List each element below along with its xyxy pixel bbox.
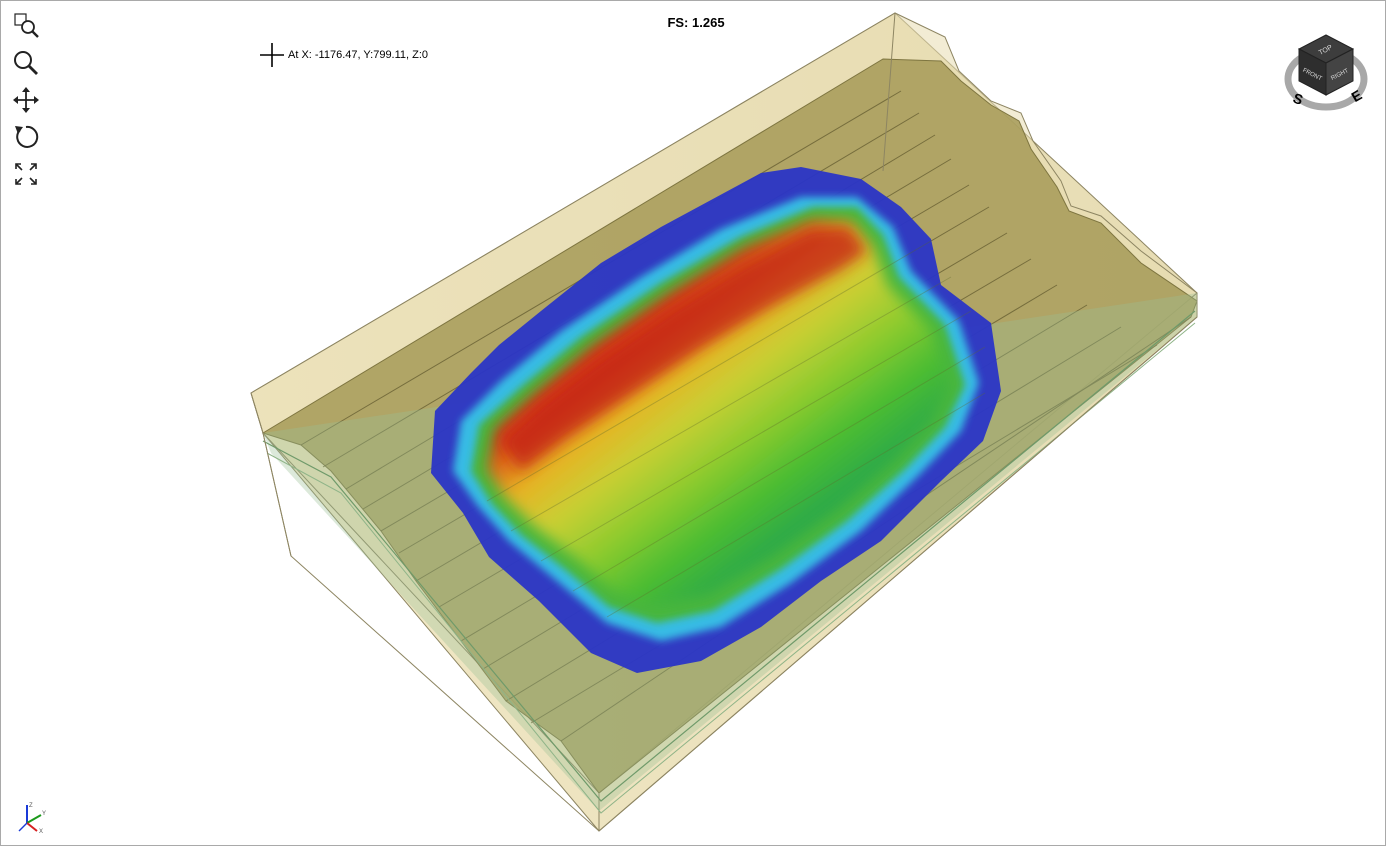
fs-value: 1.265 — [692, 15, 725, 30]
rotate-button[interactable] — [9, 120, 43, 154]
axis-z-label: Z — [29, 803, 33, 809]
zoom-window-button[interactable] — [9, 9, 43, 43]
zoom-all-button[interactable] — [9, 157, 43, 191]
axis-triad: Z Y X — [15, 799, 49, 835]
rotate-icon — [15, 125, 39, 148]
slope-model-scene[interactable] — [1, 1, 1385, 845]
view-cube[interactable]: TOP FRONT RIGHT S E — [1281, 29, 1371, 119]
fit-extents-icon — [15, 163, 37, 185]
axis-y-label: Y — [42, 811, 46, 817]
move-arrows-icon — [13, 87, 39, 113]
view-toolbar — [9, 9, 43, 194]
axis-x-label: X — [39, 829, 43, 835]
magnifier-icon — [14, 51, 38, 75]
zoom-button[interactable] — [9, 46, 43, 80]
cursor-readout-text: At X: -1176.47, Y:799.11, Z:0 — [288, 49, 429, 61]
3d-viewport[interactable]: FS: 1.265 At X: -1176.47, Y:799.11, Z:0 — [0, 0, 1386, 846]
crosshair-icon — [260, 43, 284, 67]
view-cube-icon: TOP FRONT RIGHT S E — [1284, 34, 1368, 111]
axis-triad-icon: Z Y X — [18, 803, 46, 835]
zoom-window-icon — [14, 13, 39, 38]
fs-prefix: FS: — [667, 15, 689, 30]
cursor-coordinates: At X: -1176.47, Y:799.11, Z:0 — [259, 42, 428, 68]
pan-button[interactable] — [9, 83, 43, 117]
factor-of-safety-label: FS: 1.265 — [641, 15, 751, 30]
